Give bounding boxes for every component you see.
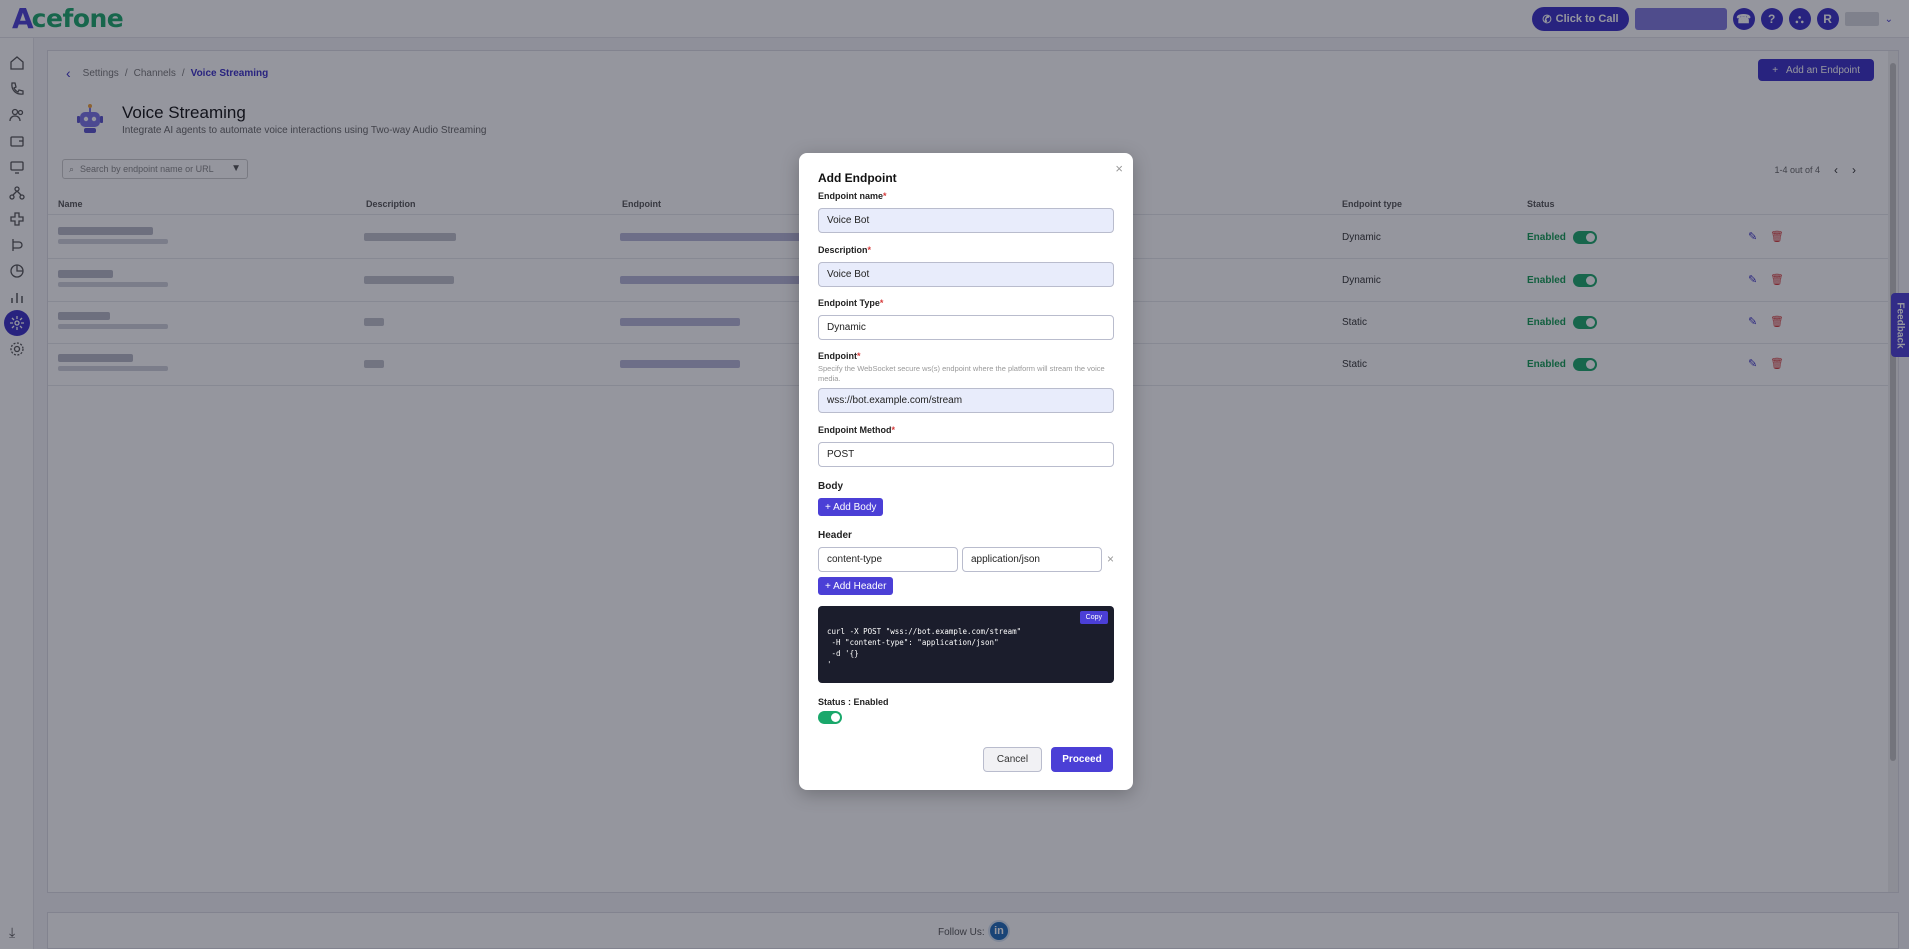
copy-button[interactable]: Copy [1079, 611, 1108, 624]
header-key-field[interactable]: content-type [818, 547, 958, 572]
header-label: Header [818, 530, 852, 541]
endpoint-method-label: Endpoint Method* [818, 425, 895, 435]
add-header-button[interactable]: + Add Header [818, 577, 894, 595]
endpoint-name-field[interactable]: Voice Bot [818, 208, 1114, 233]
header-value-field[interactable]: application/json [962, 547, 1102, 572]
endpoint-label: Endpoint* [818, 351, 861, 361]
endpoint-method-select[interactable]: POST [818, 442, 1114, 467]
endpoint-name-label: Endpoint name* [818, 191, 887, 201]
curl-code-text: curl -X POST "wss://bot.example.com/stre… [827, 627, 1022, 669]
status-toggle[interactable] [818, 711, 842, 724]
endpoint-help-text: Specify the WebSocket secure ws(s) endpo… [818, 364, 1105, 383]
endpoint-type-select[interactable]: Dynamic [818, 315, 1114, 340]
proceed-button[interactable]: Proceed [1051, 747, 1113, 772]
close-icon[interactable]: × [1115, 161, 1123, 176]
endpoint-url-field[interactable]: wss://bot.example.com/stream [818, 388, 1114, 413]
add-endpoint-modal: × Add Endpoint Endpoint name* Voice Bot … [799, 153, 1133, 790]
description-field[interactable]: Voice Bot [818, 262, 1114, 287]
add-body-button[interactable]: + Add Body [818, 498, 884, 516]
cancel-button[interactable]: Cancel [983, 747, 1042, 772]
body-label: Body [818, 481, 843, 492]
modal-title: Add Endpoint [818, 171, 897, 185]
status-label: Status : Enabled [818, 697, 889, 707]
curl-code-block: curl -X POST "wss://bot.example.com/stre… [818, 606, 1114, 683]
description-label: Description* [818, 245, 872, 255]
endpoint-type-label: Endpoint Type* [818, 298, 884, 308]
remove-header-icon[interactable]: × [1107, 552, 1114, 566]
